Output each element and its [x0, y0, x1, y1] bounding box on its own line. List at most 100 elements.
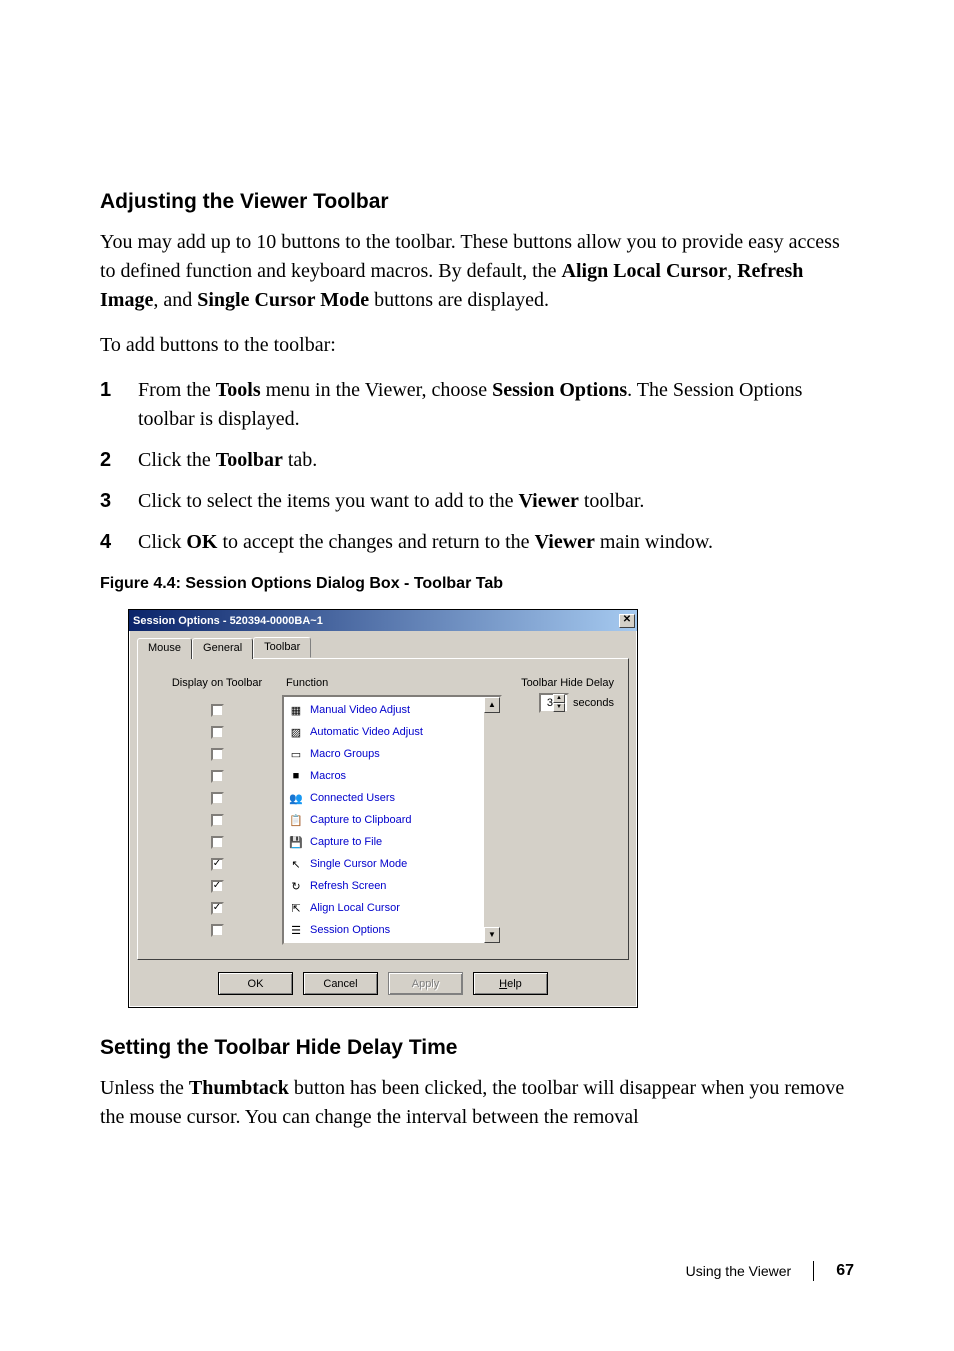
bold-align: Align Local Cursor	[562, 260, 728, 282]
tab-toolbar[interactable]: Toolbar	[253, 637, 311, 658]
step-1: 1 From the Tools menu in the Viewer, cho…	[100, 376, 854, 434]
col-header-function: Function	[282, 677, 502, 695]
step-3: 3 Click to select the items you want to …	[100, 487, 854, 516]
function-row[interactable]: ▦ Manual Video Adjust	[284, 699, 500, 721]
hide-delay-spinner[interactable]: 3 ▲ ▼ seconds	[539, 693, 614, 713]
scroll-up-icon[interactable]: ▲	[484, 697, 500, 713]
function-listbox[interactable]: ▦ Manual Video Adjust ▨ Automatic Video Adj…	[282, 695, 502, 945]
display-checkbox[interactable]: ✓	[211, 880, 224, 893]
display-checkbox[interactable]	[211, 770, 224, 783]
function-row[interactable]: ▨ Automatic Video Adjust	[284, 721, 500, 743]
heading-adjusting: Adjusting the Viewer Toolbar	[100, 190, 854, 214]
tabs: Mouse General Toolbar	[129, 631, 637, 658]
page-footer: Using the Viewer 67	[686, 1261, 854, 1281]
function-row[interactable]: ↖Single Cursor Mode	[284, 853, 500, 875]
step-num: 3	[100, 487, 138, 516]
step-num: 4	[100, 528, 138, 557]
display-checkbox[interactable]	[211, 704, 224, 717]
function-icon: ▦	[288, 702, 304, 718]
ok-button[interactable]: OK	[218, 972, 293, 995]
step-num: 2	[100, 446, 138, 475]
function-label: Capture to File	[310, 836, 382, 848]
checkbox-row	[152, 743, 282, 765]
bold-single: Single Cursor Mode	[197, 289, 369, 311]
txt: Click	[138, 531, 186, 553]
function-icon: ↻	[288, 878, 304, 894]
tab-panel: Display on Toolbar ✓✓✓ Function ▦Manual …	[137, 658, 629, 960]
help-button[interactable]: Help	[473, 972, 548, 995]
bold-toolbar: Toolbar	[216, 449, 283, 471]
bold-viewer2: Viewer	[535, 531, 595, 553]
checkbox-row	[152, 787, 282, 809]
txt: Click the	[138, 449, 216, 471]
spin-down-icon[interactable]: ▼	[553, 703, 565, 712]
display-checkbox[interactable]: ✓	[211, 902, 224, 915]
txt: From the	[138, 379, 216, 401]
cancel-button[interactable]: Cancel	[303, 972, 378, 995]
function-label: Capture to Clipboard	[310, 814, 412, 826]
function-label: Automatic Video Adjust	[310, 726, 423, 738]
bold-session-options: Session Options	[492, 379, 627, 401]
dialog-titlebar[interactable]: Session Options - 520394-0000BA~1 ✕	[129, 610, 637, 631]
checkbox-row	[152, 831, 282, 853]
function-icon: ▨	[288, 724, 304, 740]
display-checkbox[interactable]	[211, 836, 224, 849]
scroll-down-icon[interactable]: ▼	[484, 927, 500, 943]
display-checkbox[interactable]	[211, 748, 224, 761]
txt: main window.	[595, 531, 713, 553]
bold-tools: Tools	[216, 379, 261, 401]
function-icon: 👥	[288, 790, 304, 806]
function-icon: ↖	[288, 856, 304, 872]
dialog-buttons: OK Cancel Apply Help	[129, 968, 637, 1007]
display-checkbox[interactable]	[211, 726, 224, 739]
display-checkbox[interactable]	[211, 924, 224, 937]
tab-general[interactable]: General	[192, 638, 253, 659]
function-icon: ▭	[288, 746, 304, 762]
function-row[interactable]: ↻ Refresh Screen	[284, 875, 500, 897]
step-num: 1	[100, 376, 138, 405]
function-row[interactable]: 💾 Capture to File	[284, 831, 500, 853]
step-2: 2 Click the Toolbar tab.	[100, 446, 854, 475]
function-label: Connected Users	[310, 792, 395, 804]
bold-thumbtack: Thumbtack	[189, 1077, 289, 1099]
txt: Click to select the items you want to ad…	[138, 490, 518, 512]
function-icon: 📋	[288, 812, 304, 828]
paragraph-thumbtack: Unless the Thumbtack button has been cli…	[100, 1074, 854, 1132]
txt: ,	[727, 260, 737, 282]
function-icon: ■	[288, 768, 304, 784]
txt: to accept the changes and return to the	[217, 531, 534, 553]
function-row[interactable]: ☰Session Options	[284, 919, 500, 941]
display-checkbox[interactable]: ✓	[211, 858, 224, 871]
function-row[interactable]: 📋 Capture to Clipboard	[284, 809, 500, 831]
bold-viewer: Viewer	[518, 490, 578, 512]
function-row[interactable]: 👥 Connected Users	[284, 787, 500, 809]
column-display: Display on Toolbar ✓✓✓	[152, 677, 282, 945]
figure-caption: Figure 4.4: Session Options Dialog Box -…	[100, 575, 854, 593]
function-label: Session Options	[310, 924, 390, 936]
txt: buttons are displayed.	[369, 289, 549, 311]
step-4: 4 Click OK to accept the changes and ret…	[100, 528, 854, 557]
hide-delay-unit: seconds	[573, 697, 614, 709]
function-row[interactable]: ⇱Align Local Cursor	[284, 897, 500, 919]
scrollbar[interactable]: ▲ ▼	[484, 697, 500, 943]
function-icon: 💾	[288, 834, 304, 850]
apply-button: Apply	[388, 972, 463, 995]
function-row[interactable]: ▭Macro Groups	[284, 743, 500, 765]
footer-page-number: 67	[836, 1262, 854, 1280]
bold-ok: OK	[186, 531, 217, 553]
txt: tab.	[283, 449, 317, 471]
session-options-dialog: Session Options - 520394-0000BA~1 ✕ Mous…	[128, 609, 638, 1008]
footer-section: Using the Viewer	[686, 1263, 792, 1279]
function-label: Manual Video Adjust	[310, 704, 410, 716]
checkbox-row: ✓	[152, 875, 282, 897]
function-icon: ⇱	[288, 900, 304, 916]
function-row[interactable]: ■Macros	[284, 765, 500, 787]
tab-mouse[interactable]: Mouse	[137, 638, 192, 659]
paragraph-lead: To add buttons to the toolbar:	[100, 331, 854, 360]
spin-up-icon[interactable]: ▲	[553, 694, 565, 703]
txt: Unless the	[100, 1077, 189, 1099]
display-checkbox[interactable]	[211, 814, 224, 827]
function-label: Refresh Screen	[310, 880, 386, 892]
display-checkbox[interactable]	[211, 792, 224, 805]
close-icon[interactable]: ✕	[619, 614, 635, 628]
